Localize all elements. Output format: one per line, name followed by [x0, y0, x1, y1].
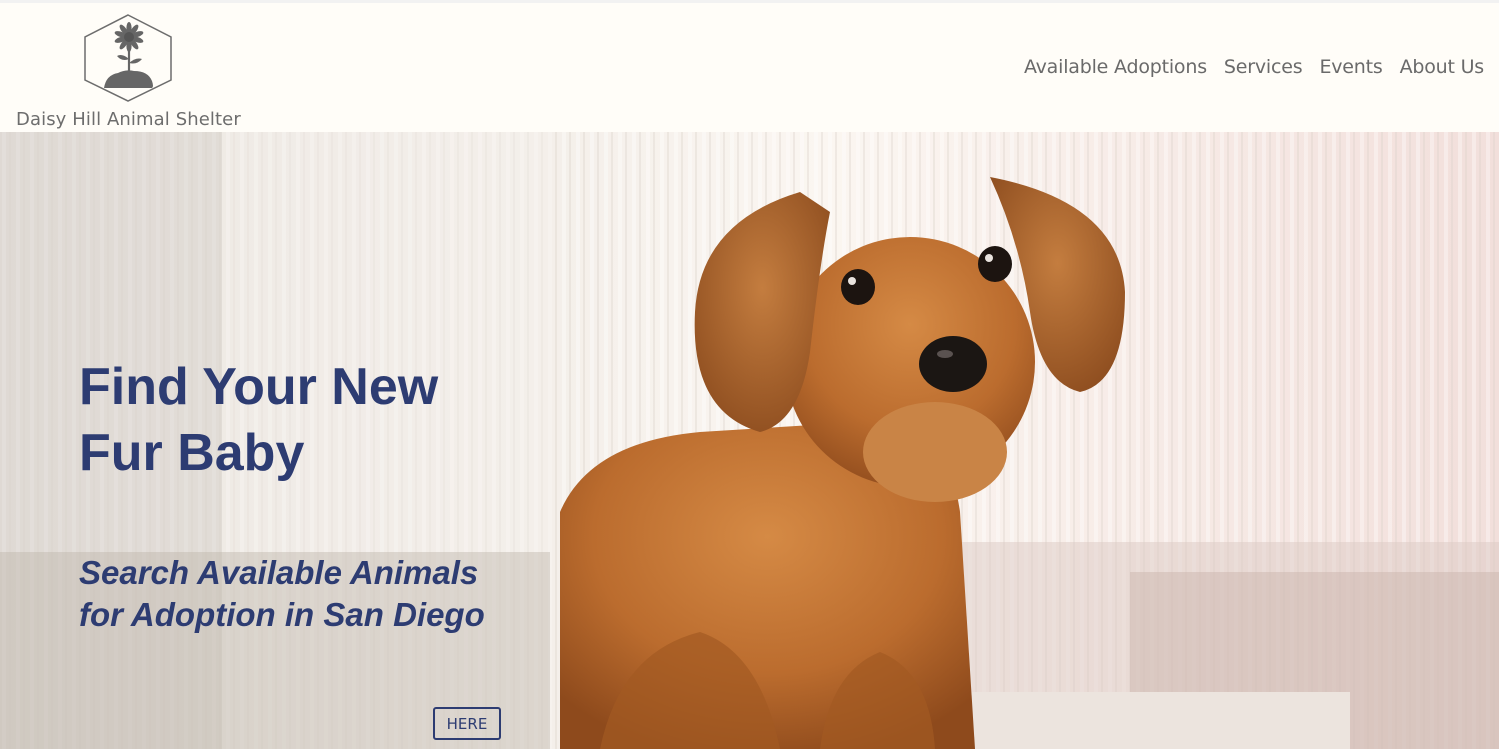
site-header: Daisy Hill Animal Shelter Available Adop…: [0, 3, 1499, 132]
sunflower-hexagon-icon[interactable]: [82, 13, 174, 103]
main-nav: Available Adoptions Services Events Abou…: [1024, 56, 1484, 78]
nav-available-adoptions[interactable]: Available Adoptions: [1024, 56, 1207, 78]
nav-services[interactable]: Services: [1224, 56, 1303, 78]
nav-events[interactable]: Events: [1319, 56, 1382, 78]
brand-name[interactable]: Daisy Hill Animal Shelter: [16, 109, 241, 130]
hero-banner: Find Your New Fur Baby Search Available …: [0, 132, 1499, 749]
hero-subtitle: Search Available Animals for Adoption in…: [79, 554, 485, 633]
hero-title: Find Your New Fur Baby: [79, 358, 439, 482]
nav-about-us[interactable]: About Us: [1400, 56, 1485, 78]
here-button[interactable]: HERE: [433, 707, 501, 740]
